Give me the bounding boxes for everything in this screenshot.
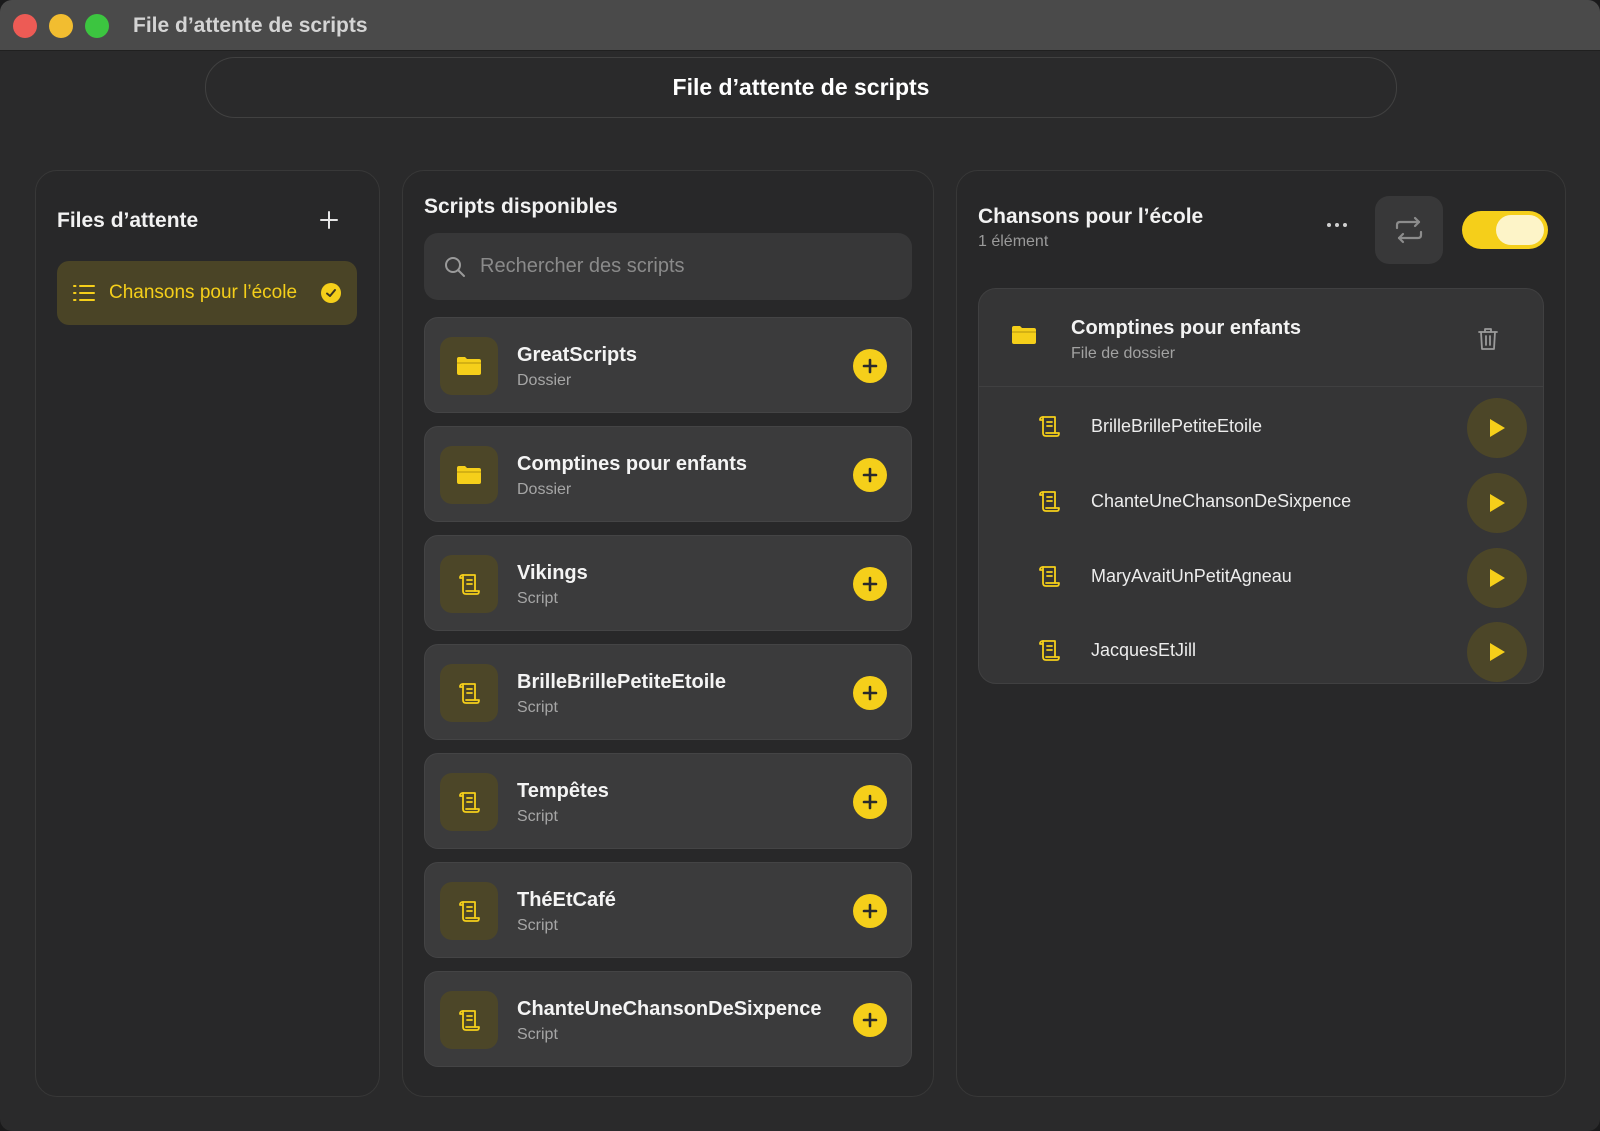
queued-script-name: ChanteUneChansonDeSixpence (1091, 491, 1352, 511)
plus-icon (862, 576, 878, 592)
search-box (424, 233, 912, 300)
script-card[interactable]: Vikings Script (424, 535, 912, 631)
scroll-icon (459, 1010, 480, 1031)
more-options-button[interactable] (1322, 211, 1352, 239)
add-script-button[interactable] (853, 676, 887, 710)
add-queue-button[interactable] (316, 207, 342, 233)
minimize-window-button[interactable] (49, 14, 73, 38)
title-bar: File d’attente de scripts (0, 0, 1600, 51)
script-name: ChanteUneChansonDeSixpence (517, 998, 822, 1020)
queue-item-label: Chansons pour l’école (109, 282, 298, 303)
play-button[interactable] (1467, 398, 1527, 458)
folder-icon (457, 357, 481, 375)
script-type: Script (517, 699, 558, 716)
folder-queue-header: Comptines pour enfants File de dossier (979, 289, 1543, 387)
app-window: File d’attente de scripts File d’attente… (0, 0, 1600, 1131)
folder-icon (457, 466, 481, 484)
queue-item-chansons[interactable]: Chansons pour l’école (57, 261, 357, 325)
script-type: Dossier (517, 481, 572, 498)
script-type: Script (517, 590, 558, 607)
script-name: BrilleBrillePetiteEtoile (517, 671, 726, 693)
folder-icon (1012, 326, 1036, 344)
plus-icon (862, 794, 878, 810)
plus-icon (862, 467, 878, 483)
scroll-icon (459, 574, 480, 595)
play-icon (1490, 643, 1505, 661)
folder-queue-subtitle: File de dossier (1071, 345, 1176, 362)
script-card[interactable]: Tempêtes Script (424, 753, 912, 849)
list-icon (73, 285, 95, 301)
toggle-knob (1496, 215, 1544, 245)
add-script-button[interactable] (853, 458, 887, 492)
queued-script-row[interactable]: BrilleBrillePetiteEtoile (979, 390, 1543, 464)
scroll-icon (459, 901, 480, 922)
queue-detail-panel: Chansons pour l’école 1 élément Comptine… (956, 170, 1566, 1097)
queue-toggle[interactable] (1462, 211, 1548, 249)
script-type: Script (517, 1026, 558, 1043)
scroll-icon (459, 792, 480, 813)
queue-detail-title: Chansons pour l’école (978, 205, 1204, 228)
plus-icon (862, 358, 878, 374)
plus-icon (320, 211, 338, 229)
scripts-panel-title: Scripts disponibles (424, 195, 618, 218)
add-script-button[interactable] (853, 567, 887, 601)
queued-script-row[interactable]: JacquesEtJill (979, 614, 1543, 683)
ellipsis-icon (1327, 223, 1347, 227)
queued-script-row[interactable]: MaryAvaitUnPetitAgneau (979, 540, 1543, 614)
scroll-icon (1039, 566, 1060, 587)
script-card[interactable]: ThéEtCafé Script (424, 862, 912, 958)
add-script-button[interactable] (853, 1003, 887, 1037)
scripts-panel: Scripts disponibles GreatScripts Dossier… (402, 170, 934, 1097)
script-card[interactable]: BrilleBrillePetiteEtoile Script (424, 644, 912, 740)
queued-script-name: BrilleBrillePetiteEtoile (1091, 416, 1263, 436)
scripts-list: GreatScripts Dossier Comptines pour enfa… (424, 317, 912, 1080)
script-card[interactable]: Comptines pour enfants Dossier (424, 426, 912, 522)
close-window-button[interactable] (13, 14, 37, 38)
search-icon (445, 256, 465, 277)
scroll-icon (1039, 416, 1060, 437)
maximize-window-button[interactable] (85, 14, 109, 38)
play-button[interactable] (1467, 548, 1527, 608)
script-name: Tempêtes (517, 780, 609, 802)
repeat-icon (1395, 216, 1423, 244)
trash-icon[interactable] (1477, 327, 1499, 351)
script-name: GreatScripts (517, 344, 638, 366)
folder-queue-name: Comptines pour enfants (1071, 317, 1302, 339)
checkmark-icon (321, 283, 341, 303)
plus-icon (862, 903, 878, 919)
add-script-button[interactable] (853, 349, 887, 383)
play-icon (1490, 569, 1505, 587)
script-card[interactable]: GreatScripts Dossier (424, 317, 912, 413)
script-type: Script (517, 917, 558, 934)
script-type: Script (517, 808, 558, 825)
queued-script-name: MaryAvaitUnPetitAgneau (1091, 566, 1292, 586)
queues-panel: Files d’attente Chansons pour l’école (35, 170, 380, 1097)
folder-queue-card: Comptines pour enfants File de dossier B… (978, 288, 1544, 684)
scroll-icon (459, 683, 480, 704)
script-name: Comptines pour enfants (517, 453, 748, 475)
window-title: File d’attente de scripts (133, 14, 368, 37)
play-icon (1490, 419, 1505, 437)
page-title: File d’attente de scripts (672, 74, 930, 100)
add-script-button[interactable] (853, 894, 887, 928)
plus-icon (862, 1012, 878, 1028)
script-type: Dossier (517, 372, 572, 389)
plus-icon (862, 685, 878, 701)
queued-script-row[interactable]: ChanteUneChansonDeSixpence (979, 465, 1543, 539)
script-name: ThéEtCafé (517, 889, 616, 911)
play-icon (1490, 494, 1505, 512)
script-card[interactable]: ChanteUneChansonDeSixpence Script (424, 971, 912, 1067)
scroll-icon (1039, 491, 1060, 512)
queue-item-count: 1 élément (978, 233, 1049, 250)
script-name: Vikings (517, 562, 588, 584)
scroll-icon (1039, 640, 1060, 661)
play-button[interactable] (1467, 473, 1527, 533)
play-button[interactable] (1467, 622, 1527, 682)
search-input[interactable] (480, 255, 880, 278)
add-script-button[interactable] (853, 785, 887, 819)
queued-script-name: JacquesEtJill (1091, 640, 1197, 660)
queues-panel-title: Files d’attente (57, 209, 199, 232)
page-header: File d’attente de scripts (205, 57, 1397, 118)
repeat-button[interactable] (1375, 196, 1443, 264)
